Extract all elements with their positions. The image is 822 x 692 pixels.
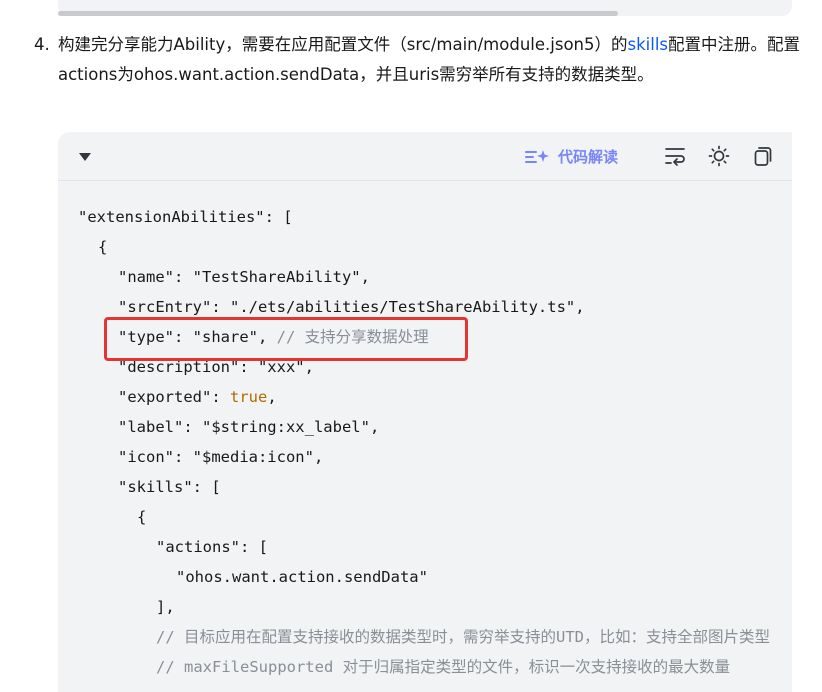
step-number: 4. (34, 35, 50, 54)
chevron-down-icon[interactable] (78, 151, 92, 163)
ai-explain-label: 代码解读 (557, 147, 618, 166)
previous-code-block-bottom (58, 0, 792, 16)
code-toolbar: 代码解读 (58, 132, 792, 181)
step-4-paragraph: 4. 构建完分享能力Ability，需要在应用配置文件（src/main/mod… (34, 30, 804, 90)
code-line: "type": "share", // 支持分享数据处理 (118, 322, 429, 352)
code-comment: // 支持分享数据处理 (276, 328, 429, 346)
code-line: "label": "$string:xx_label", (118, 418, 380, 436)
code-line: ], (156, 598, 175, 616)
toolbar-actions: 代码解读 (524, 132, 774, 180)
code-line: { (137, 508, 147, 526)
code-line: { (98, 238, 108, 256)
code-line: "icon": "$media:icon", (118, 448, 324, 466)
code-line: "description": "xxx", (118, 358, 314, 376)
skills-link[interactable]: skills (628, 35, 669, 54)
step-text: 构建完分享能力Ability，需要在应用配置文件（src/main/module… (58, 30, 804, 90)
sun-icon[interactable] (708, 145, 730, 167)
code-line: "actions": [ (156, 538, 268, 556)
code-line: "srcEntry": "./ets/abilities/TestShareAb… (118, 298, 585, 316)
wrap-lines-icon[interactable] (664, 145, 686, 167)
code-line: "skills": [ (118, 478, 221, 496)
code-token: "exported": (118, 388, 230, 406)
ai-explain-button[interactable]: 代码解读 (524, 146, 618, 167)
copy-icon[interactable] (752, 145, 774, 167)
code-line: "ohos.want.action.sendData" (176, 568, 428, 586)
code-line: "extensionAbilities": [ (78, 208, 293, 226)
sparkle-list-icon (524, 150, 549, 163)
code-comment: // maxFileSupported 对于归属指定类型的文件，标识一次支持接收… (156, 658, 731, 676)
code-token: "type": "share", (118, 328, 277, 346)
code-line: "exported": true, (118, 382, 277, 412)
horizontal-scrollbar[interactable] (58, 11, 618, 16)
code-token: , (267, 388, 277, 406)
code-block: 代码解读 "extensionAbilities": [ { "name": "… (58, 132, 792, 692)
code-line: "name": "TestShareAbility", (118, 268, 370, 286)
code-keyword: true (229, 388, 268, 406)
code-comment: // 目标应用在配置支持接收的数据类型时，需穷举支持的UTD，比如：支持全部图片… (156, 628, 770, 646)
step-text-before-link: 构建完分享能力Ability，需要在应用配置文件（src/main/module… (58, 35, 628, 54)
